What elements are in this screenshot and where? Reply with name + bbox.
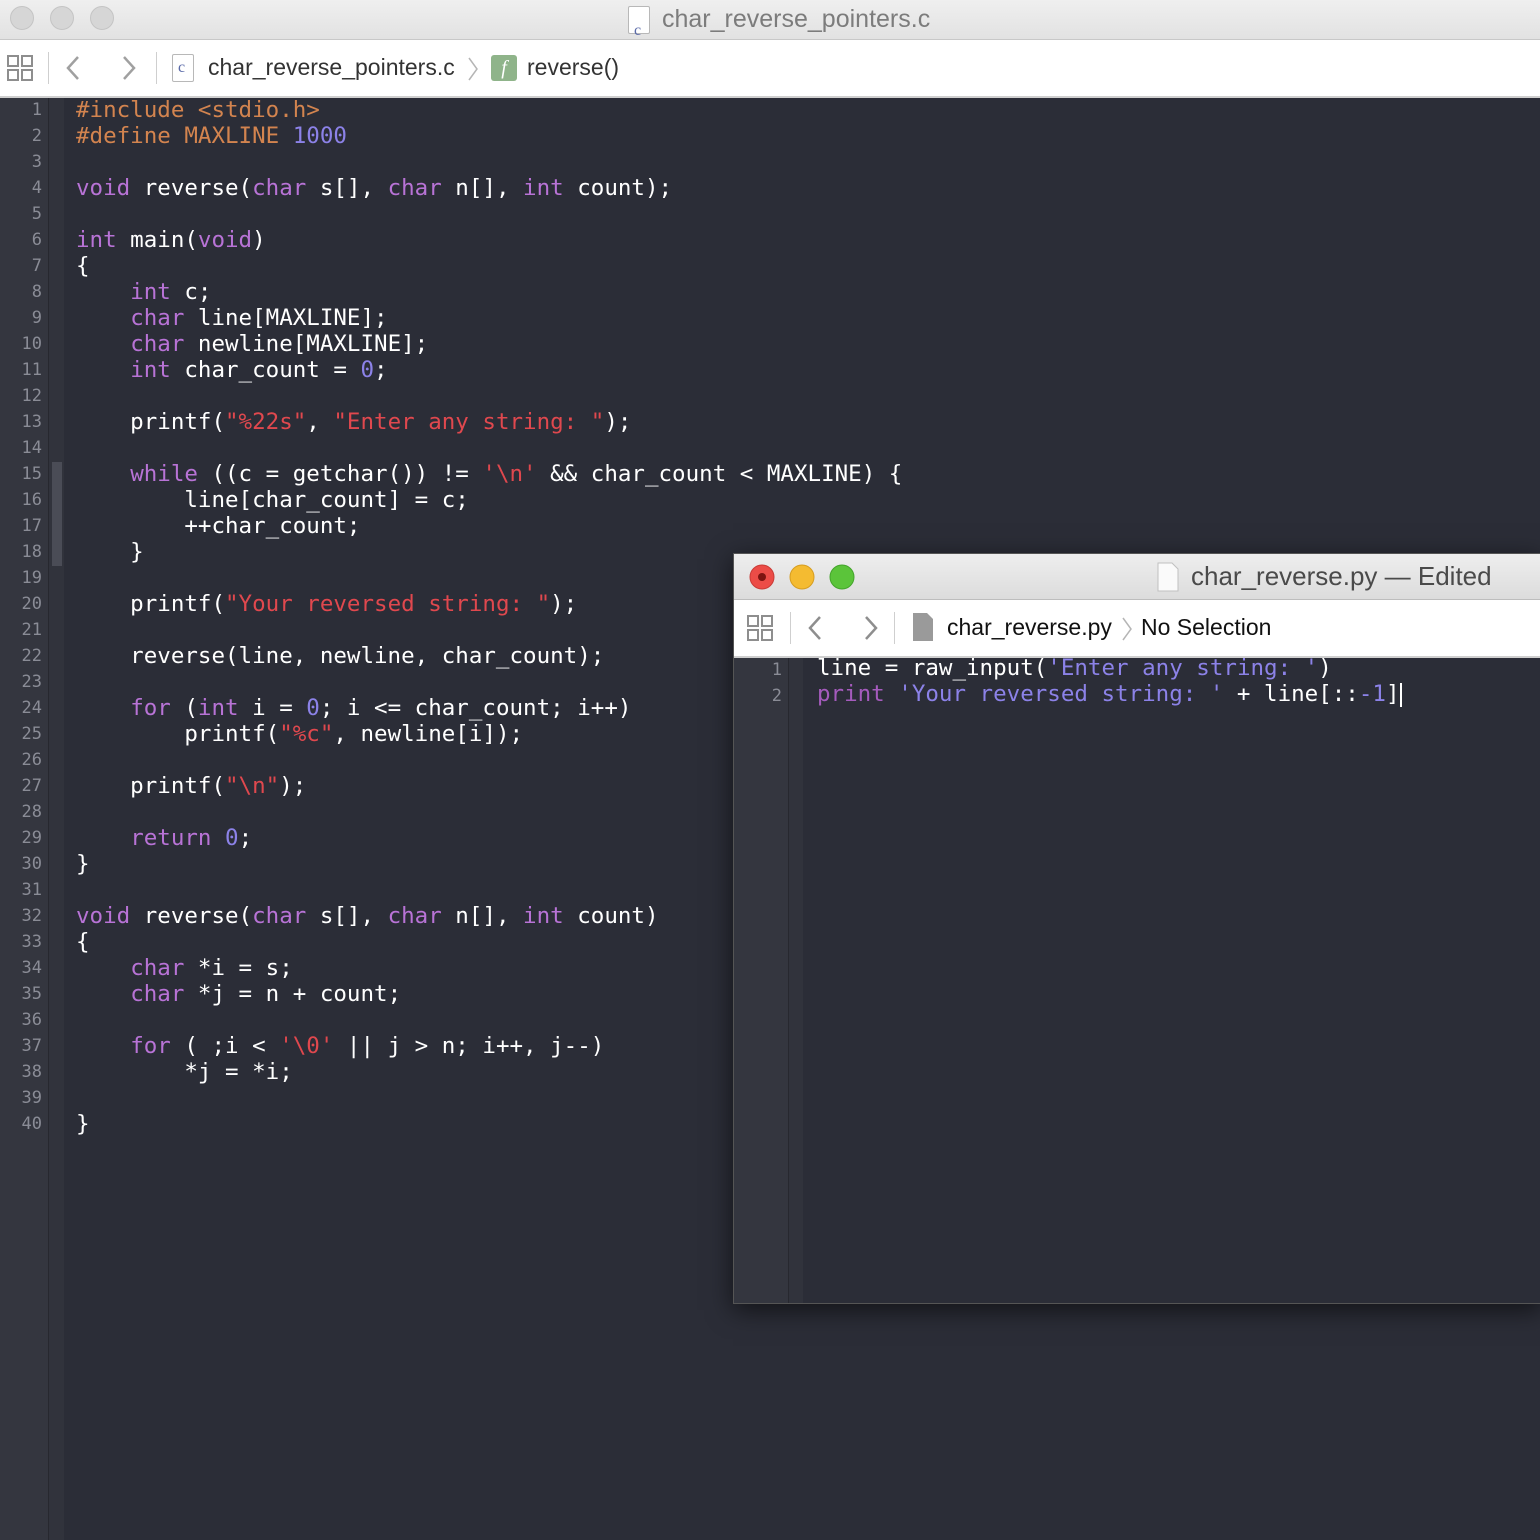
- line-number: 3: [31, 152, 42, 172]
- line-number-gutter: 1 2 3 4 5 6 7 8 9 10 11 12 13 14 15 16 17 18 19 20 21 22 23 24 2…: [0, 98, 49, 1540]
- function-icon: f: [491, 55, 517, 81]
- line-number: 27: [21, 776, 42, 796]
- line-number: 21: [21, 620, 42, 640]
- file-icon: [913, 613, 933, 641]
- fold-gutter: [789, 658, 803, 1303]
- line-number: 13: [21, 412, 42, 432]
- minimize-button[interactable]: [50, 6, 74, 30]
- python-code-editor[interactable]: line = raw_input('Enter any string: ') p…: [817, 655, 1402, 707]
- chevron-left-icon[interactable]: [806, 614, 826, 642]
- main-title-bar: c char_reverse_pointers.c: [0, 0, 1540, 40]
- line-number: 18: [21, 542, 42, 562]
- line-number: 37: [21, 1036, 42, 1056]
- python-editor-window: char_reverse.py — Edited char_reverse.py…: [733, 553, 1540, 1304]
- line-number: 32: [21, 906, 42, 926]
- line-number: 34: [21, 958, 42, 978]
- window-title: c char_reverse_pointers.c: [628, 0, 930, 39]
- line-number: 26: [21, 750, 42, 770]
- change-marker: [52, 462, 62, 566]
- line-number: 30: [21, 854, 42, 874]
- chevron-right-icon[interactable]: [118, 54, 138, 82]
- line-number: 1: [771, 660, 782, 680]
- breadcrumb-separator-icon: [1122, 617, 1132, 641]
- line-number: 1: [31, 100, 42, 120]
- line-number: 8: [31, 282, 42, 302]
- chevron-right-icon[interactable]: [860, 614, 880, 642]
- line-number: 40: [21, 1114, 42, 1134]
- line-number: 24: [21, 698, 42, 718]
- window-title: char_reverse.py — Edited: [1191, 561, 1492, 591]
- zoom-button[interactable]: [829, 564, 855, 590]
- line-number: 15: [21, 464, 42, 484]
- line-number: 11: [21, 360, 42, 380]
- line-number: 20: [21, 594, 42, 614]
- line-number: 31: [21, 880, 42, 900]
- breadcrumb-selection[interactable]: No Selection: [1141, 614, 1271, 641]
- line-number: 16: [21, 490, 42, 510]
- line-number: 35: [21, 984, 42, 1004]
- line-number: 36: [21, 1010, 42, 1030]
- line-number: 33: [21, 932, 42, 952]
- line-number: 10: [21, 334, 42, 354]
- close-button[interactable]: [10, 6, 34, 30]
- file-icon: [1157, 562, 1179, 592]
- line-number: 4: [31, 178, 42, 198]
- chevron-left-icon[interactable]: [64, 54, 84, 82]
- line-number: 5: [31, 204, 42, 224]
- line-number: 14: [21, 438, 42, 458]
- close-button[interactable]: [749, 564, 775, 590]
- python-title-bar: char_reverse.py — Edited: [734, 554, 1540, 600]
- c-file-icon: c: [628, 6, 650, 39]
- line-number: 23: [21, 672, 42, 692]
- c-file-icon: c: [172, 54, 194, 82]
- line-number: 39: [21, 1088, 42, 1108]
- line-number: 7: [31, 256, 42, 276]
- fold-gutter: [49, 98, 64, 1540]
- breadcrumb-function[interactable]: reverse(): [527, 54, 619, 81]
- line-number: 2: [31, 126, 42, 146]
- line-number: 17: [21, 516, 42, 536]
- line-number: 9: [31, 308, 42, 328]
- breadcrumb-file[interactable]: char_reverse.py: [947, 614, 1112, 641]
- line-number: 29: [21, 828, 42, 848]
- python-jump-bar: char_reverse.py No Selection: [734, 600, 1540, 658]
- line-number-gutter: 12: [734, 658, 789, 1303]
- breadcrumb-separator-icon: [468, 57, 478, 81]
- text-cursor: [1399, 682, 1402, 707]
- line-number: 28: [21, 802, 42, 822]
- line-number: 38: [21, 1062, 42, 1082]
- minimize-button[interactable]: [789, 564, 815, 590]
- line-number: 25: [21, 724, 42, 744]
- grid-icon[interactable]: [6, 54, 34, 82]
- jump-bar: c char_reverse_pointers.c f reverse(): [0, 40, 1540, 98]
- line-number: 22: [21, 646, 42, 666]
- line-number: 12: [21, 386, 42, 406]
- grid-icon[interactable]: [746, 614, 774, 642]
- zoom-button[interactable]: [90, 6, 114, 30]
- line-number: 19: [21, 568, 42, 588]
- line-number: 2: [771, 686, 782, 706]
- line-number: 6: [31, 230, 42, 250]
- breadcrumb-file[interactable]: char_reverse_pointers.c: [208, 54, 455, 81]
